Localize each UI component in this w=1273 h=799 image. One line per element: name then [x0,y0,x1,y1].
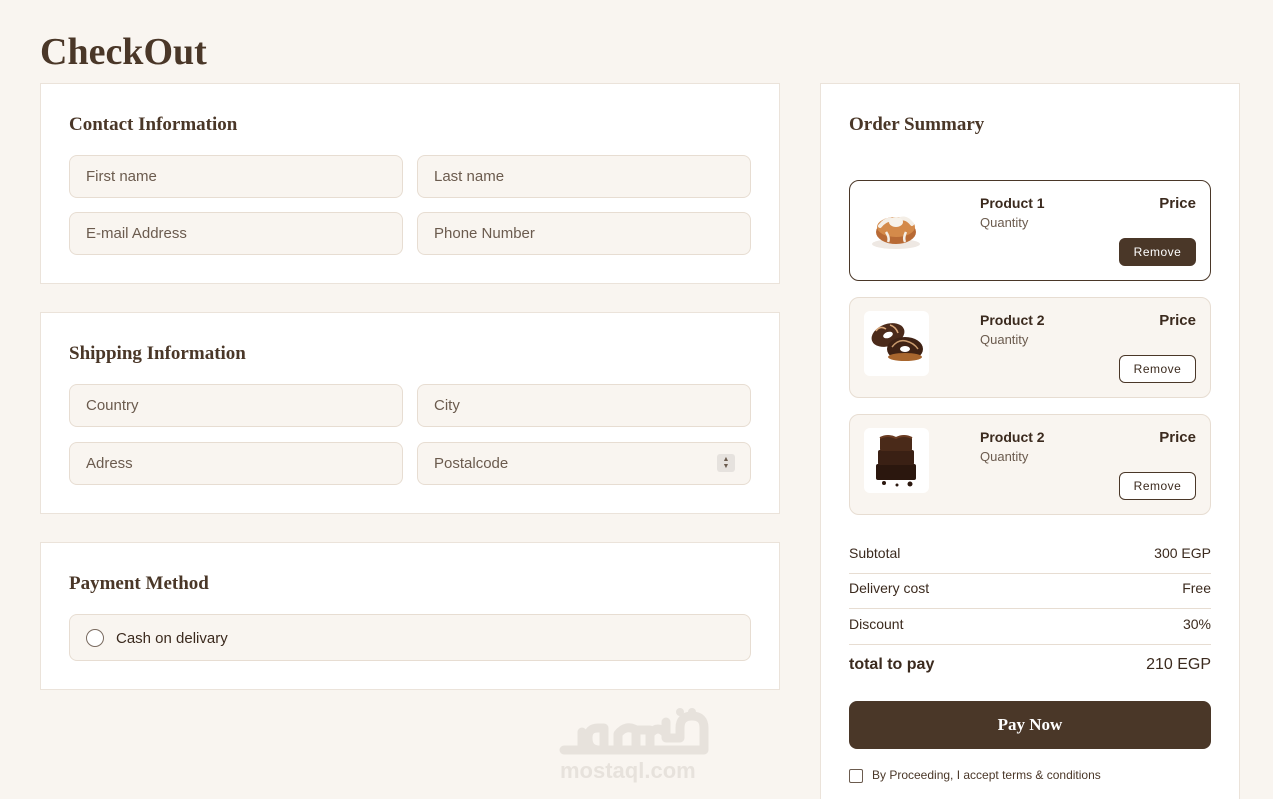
pay-now-button[interactable]: Pay Now [849,701,1211,749]
product-card[interactable]: Product 1 Quantity Price Remove [849,180,1211,281]
product-price: Price [1159,429,1196,446]
product-name: Product 2 [980,312,1045,328]
product-quantity: Quantity [980,215,1029,230]
number-stepper-icon[interactable]: ▲ ▼ [717,454,735,472]
brownie-icon [864,428,929,493]
postalcode-input[interactable] [417,442,751,485]
first-name-input[interactable] [69,155,403,198]
discount-value: 30% [1182,616,1211,632]
subtotal-value: 300 EGP [1154,545,1211,561]
contact-section-title: Contact Information [69,114,238,135]
product-card[interactable]: Product 2 Quantity Price Remove [849,414,1211,515]
discount-row: Discount 30% [849,610,1211,645]
last-name-input[interactable] [417,155,751,198]
city-input[interactable] [417,384,751,427]
address-input[interactable] [69,442,403,485]
subtotal-label: Subtotal [849,545,901,561]
terms-label: By Proceeding, I accept terms & conditio… [872,768,1101,782]
cash-on-delivery-radio[interactable] [86,629,104,647]
donuts-icon [864,311,929,376]
product-price: Price [1159,195,1196,212]
total-label: total to pay [849,656,935,673]
phone-input[interactable] [417,212,751,255]
remove-button[interactable]: Remove [1119,472,1196,500]
delivery-value: Free [1182,580,1211,596]
product-quantity: Quantity [980,449,1029,464]
stepper-up-icon: ▲ [722,456,730,463]
stepper-down-icon: ▼ [722,463,730,470]
terms-checkbox[interactable] [849,769,863,783]
payment-method-card: Payment Method Cash on delivary [40,542,780,690]
shipping-section-title: Shipping Information [69,343,246,364]
delivery-row: Delivery cost Free [849,574,1211,609]
delivery-label: Delivery cost [849,580,930,596]
mostaql-watermark: mostaql.com [556,708,716,784]
country-input[interactable] [69,384,403,427]
payment-section-title: Payment Method [69,573,209,594]
watermark-text: mostaql.com [560,758,696,783]
email-input[interactable] [69,212,403,255]
product-name: Product 2 [980,429,1045,445]
contact-information-card: Contact Information [40,83,780,284]
cash-on-delivery-option[interactable]: Cash on delivary [69,614,751,661]
cinnamon-roll-icon [864,194,929,259]
subtotal-row: Subtotal 300 EGP [849,539,1211,574]
mostaql-logo-icon [559,708,709,755]
remove-button[interactable]: Remove [1119,238,1196,266]
product-card[interactable]: Product 2 Quantity Price Remove [849,297,1211,398]
postalcode-field: ▲ ▼ [417,442,751,485]
remove-button[interactable]: Remove [1119,355,1196,383]
product-name: Product 1 [980,195,1045,211]
cash-on-delivery-label: Cash on delivary [116,630,228,647]
order-summary-title: Order Summary [849,114,985,135]
discount-label: Discount [849,616,904,632]
page-title: CheckOut [40,31,207,73]
product-price: Price [1159,312,1196,329]
order-summary-card: Order Summary Product 1 Quantity Price R… [820,83,1240,799]
shipping-information-card: Shipping Information ▲ ▼ [40,312,780,514]
total-value: 210 EGP [1146,656,1211,673]
product-quantity: Quantity [980,332,1029,347]
